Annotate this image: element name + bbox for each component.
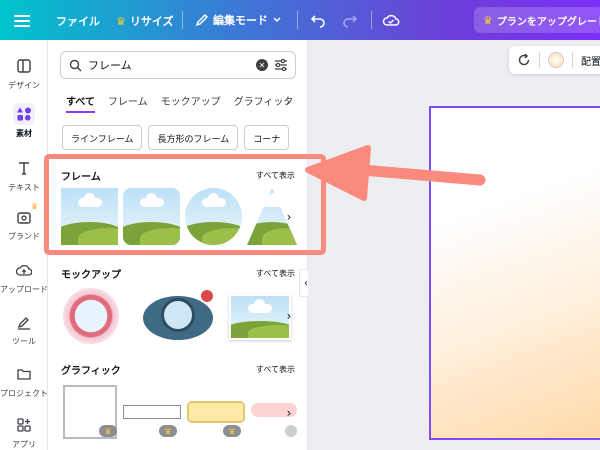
rail-label: 素材 — [16, 129, 32, 138]
rail-item-projects[interactable]: プロジェクト — [0, 363, 48, 399]
see-all-mockups-link[interactable]: すべて表示 — [256, 268, 295, 279]
upgrade-button[interactable]: ♛ プランをアップグレード — [474, 7, 600, 33]
chevron-right-icon[interactable]: › — [286, 95, 290, 108]
edit-mode-dropdown[interactable]: 編集モード — [195, 12, 282, 28]
search-input[interactable] — [88, 58, 228, 72]
edit-mode-label: 編集モード — [213, 14, 268, 27]
filter-icon[interactable] — [274, 58, 288, 72]
graphic-thumbnail[interactable] — [285, 425, 297, 437]
top-bar: ファイル ♛ リサイズ 編集モード ♛ プランをアップグレード — [0, 0, 600, 40]
rail-label: アプリ — [12, 440, 36, 449]
graphic-thumbnail[interactable] — [187, 401, 245, 423]
draw-icon — [13, 311, 35, 333]
rail-label: ツール — [12, 337, 36, 346]
rail-item-upload[interactable]: アップロード — [0, 259, 48, 295]
tab-graphics[interactable]: グラフィック — [234, 93, 294, 113]
chevron-right-icon[interactable]: › — [281, 306, 297, 326]
upgrade-label: プランをアップグレード — [496, 16, 600, 28]
canvas-toolbar: 配置 — [509, 46, 600, 74]
rail-label: デザイン — [8, 81, 40, 90]
graphics-row: ♛ ♛ ♛ › — [61, 383, 299, 443]
crown-icon: ♛ — [159, 425, 177, 437]
mockup-thumbnail[interactable] — [131, 286, 221, 346]
pencil-icon — [195, 13, 209, 27]
see-all-graphics-link[interactable]: すべて表示 — [256, 364, 295, 375]
graphic-thumbnail[interactable] — [123, 405, 181, 419]
upload-icon — [13, 259, 35, 281]
rail-item-text[interactable]: テキスト — [0, 157, 48, 193]
rail-label: プロジェクト — [0, 389, 48, 398]
mockup-thumbnail[interactable] — [63, 288, 119, 344]
chevron-down-icon — [273, 17, 281, 23]
crown-icon: ♛ — [223, 425, 241, 437]
chip-line-frame[interactable]: ラインフレーム — [62, 125, 143, 150]
resize-button[interactable]: ♛ リサイズ — [116, 13, 174, 29]
rail-item-design[interactable]: デザイン — [0, 55, 48, 91]
rail-item-elements[interactable]: 素材 — [0, 103, 48, 139]
elements-icon — [13, 103, 35, 125]
mockups-row: › — [61, 284, 299, 346]
divider — [371, 11, 372, 29]
highlight-box — [44, 154, 326, 255]
tab-frames[interactable]: フレーム — [108, 93, 148, 113]
undo-icon[interactable] — [310, 12, 326, 28]
folder-icon — [13, 363, 35, 385]
file-menu-label: ファイル — [56, 15, 100, 28]
position-button[interactable]: 配置 — [581, 53, 600, 68]
pointer-arrow-icon — [305, 145, 486, 201]
chip-corner[interactable]: コーナ — [244, 125, 290, 150]
cloud-save-icon[interactable] — [382, 11, 400, 29]
crown-icon: ♛ — [483, 13, 493, 27]
rail-label: テキスト — [8, 183, 40, 192]
crown-icon: ♛ — [116, 14, 126, 28]
tab-mockups[interactable]: モックアップ — [161, 93, 221, 113]
divider — [572, 52, 573, 68]
category-tabs: すべて フレーム モックアップ グラフィック — [66, 93, 298, 113]
color-swatch[interactable] — [548, 52, 564, 68]
chip-rectangle-frame[interactable]: 長方形のフレーム — [148, 125, 239, 150]
divider — [297, 11, 298, 29]
rail-label: アップロード — [0, 285, 48, 294]
layout-icon — [13, 55, 35, 77]
rail-item-apps[interactable]: アプリ — [0, 414, 48, 450]
left-rail: デザイン 素材 テキスト ♛ ブランド アップロード ツール プロジェクト アプ… — [0, 40, 48, 450]
chevron-right-icon[interactable]: › — [281, 403, 297, 423]
brand-icon: ♛ — [13, 202, 38, 228]
filter-chips: ラインフレーム 長方形のフレーム コーナ — [62, 125, 298, 151]
search-icon — [69, 59, 82, 71]
section-title-mockups: モックアップ — [61, 270, 121, 281]
file-menu[interactable]: ファイル — [56, 13, 100, 29]
tab-all[interactable]: すべて — [66, 93, 95, 113]
menu-icon[interactable] — [14, 12, 30, 28]
rail-item-tools[interactable]: ツール — [0, 311, 48, 347]
divider — [182, 11, 183, 29]
resize-label: リサイズ — [129, 15, 174, 28]
crown-icon: ♛ — [99, 425, 117, 437]
clear-icon[interactable]: ✕ — [256, 59, 268, 71]
section-title-graphics: グラフィック — [61, 366, 121, 377]
search-box: ✕ — [60, 51, 296, 79]
refresh-icon[interactable] — [517, 53, 531, 67]
rail-item-brand[interactable]: ♛ ブランド — [0, 202, 48, 242]
divider — [539, 52, 540, 68]
text-icon — [13, 157, 35, 179]
rail-label: ブランド — [8, 232, 40, 241]
redo-icon[interactable] — [342, 12, 358, 28]
apps-icon — [13, 414, 35, 436]
